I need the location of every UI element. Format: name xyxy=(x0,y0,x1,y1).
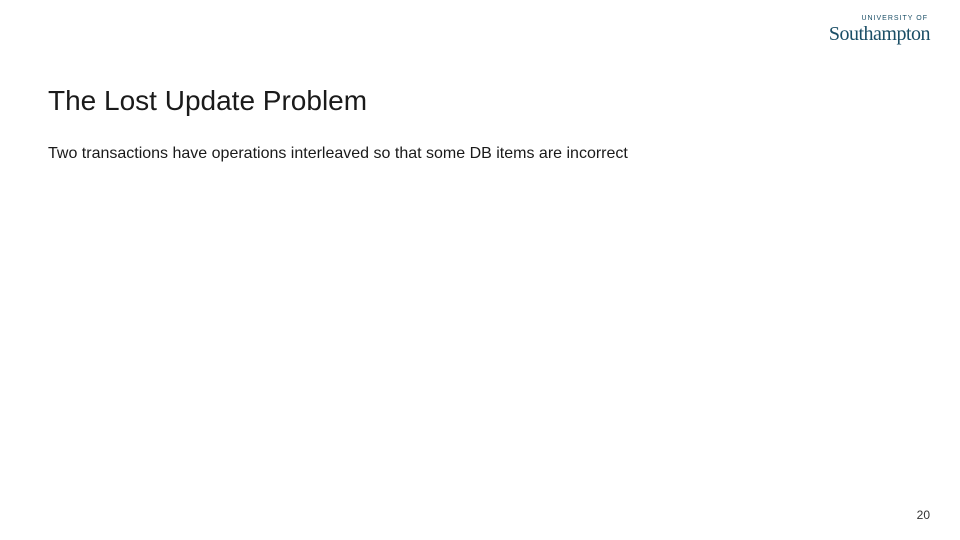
logo-main-text: Southampton xyxy=(829,23,930,46)
slide-title: The Lost Update Problem xyxy=(48,85,367,117)
page-number: 20 xyxy=(917,508,930,522)
slide-body-text: Two transactions have operations interle… xyxy=(48,145,628,163)
logo-top-text: UNIVERSITY OF xyxy=(829,15,930,22)
university-logo: UNIVERSITY OF Southampton xyxy=(829,15,930,46)
